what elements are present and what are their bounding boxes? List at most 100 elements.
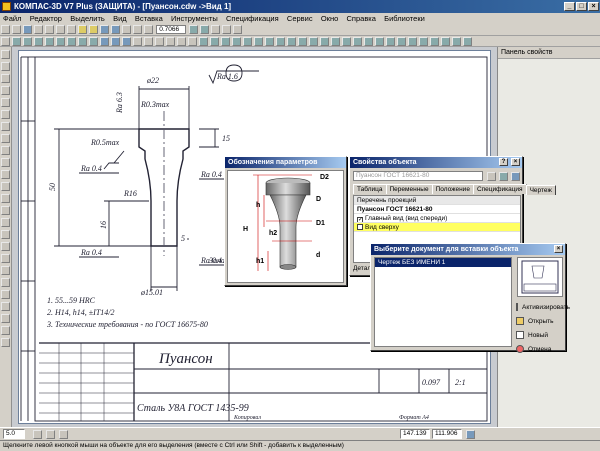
lib-icon[interactable] bbox=[265, 37, 274, 46]
zoom-in-icon[interactable] bbox=[100, 25, 109, 34]
lib-icon[interactable] bbox=[419, 37, 428, 46]
lib-icon[interactable] bbox=[188, 37, 197, 46]
lib-icon[interactable] bbox=[166, 37, 175, 46]
lib-icon[interactable] bbox=[276, 37, 285, 46]
lib-icon[interactable] bbox=[342, 37, 351, 46]
lib-icon[interactable] bbox=[287, 37, 296, 46]
lib-icon[interactable] bbox=[23, 37, 32, 46]
new-button[interactable]: Новый bbox=[512, 328, 567, 342]
geometry-icon[interactable] bbox=[1, 254, 10, 263]
lib-icon[interactable] bbox=[309, 37, 318, 46]
spec-icon[interactable] bbox=[1, 146, 10, 155]
zoom-window-icon[interactable] bbox=[122, 25, 131, 34]
lib-icon[interactable] bbox=[100, 37, 109, 46]
undo-icon[interactable] bbox=[78, 25, 87, 34]
x-coordinate-field[interactable]: 147.139 bbox=[400, 429, 430, 439]
snap-icon[interactable] bbox=[33, 430, 42, 439]
library-icon[interactable] bbox=[511, 172, 520, 181]
minimize-button[interactable]: _ bbox=[564, 2, 575, 11]
menu-libraries[interactable]: Библиотеки bbox=[381, 13, 428, 24]
list-item[interactable]: ✓ Главный вид (вид спереди) bbox=[354, 214, 520, 223]
menu-service[interactable]: Сервис bbox=[284, 13, 316, 24]
menu-insert[interactable]: Вставка bbox=[132, 13, 166, 24]
geometry-icon[interactable] bbox=[1, 230, 10, 239]
list-item[interactable]: Пуансон ГОСТ 16621-80 bbox=[354, 205, 520, 214]
y-coordinate-field[interactable]: 111.906 bbox=[432, 429, 462, 439]
pan-icon[interactable] bbox=[133, 25, 142, 34]
lib-icon[interactable] bbox=[177, 37, 186, 46]
params-icon[interactable] bbox=[1, 98, 10, 107]
lib-icon[interactable] bbox=[408, 37, 417, 46]
lib-icon[interactable] bbox=[67, 37, 76, 46]
geometry-icon[interactable] bbox=[1, 194, 10, 203]
lib-icon[interactable] bbox=[452, 37, 461, 46]
lib-icon[interactable] bbox=[254, 37, 263, 46]
geometry-icon[interactable] bbox=[1, 170, 10, 179]
lib-icon[interactable] bbox=[232, 37, 241, 46]
tab-table[interactable]: Таблица bbox=[353, 184, 387, 194]
lib-icon[interactable] bbox=[375, 37, 384, 46]
snap-icon[interactable] bbox=[222, 25, 232, 34]
lib-icon[interactable] bbox=[210, 37, 219, 46]
close-icon[interactable]: × bbox=[511, 158, 520, 166]
lib-icon[interactable] bbox=[353, 37, 362, 46]
tab-position[interactable]: Положение bbox=[431, 184, 474, 194]
measure-icon[interactable] bbox=[1, 110, 10, 119]
tab-drawing[interactable]: Чертеж bbox=[525, 185, 556, 195]
geometry-icon[interactable] bbox=[1, 290, 10, 299]
geometry-icon[interactable] bbox=[1, 218, 10, 227]
lib-icon[interactable] bbox=[155, 37, 164, 46]
list-item-selected[interactable]: Вид сверху bbox=[354, 223, 520, 232]
lib-icon[interactable] bbox=[441, 37, 450, 46]
menu-help[interactable]: Справка bbox=[344, 13, 379, 24]
geometry-icon[interactable] bbox=[1, 314, 10, 323]
redo-icon[interactable] bbox=[89, 25, 98, 34]
lib-icon[interactable] bbox=[386, 37, 395, 46]
checkbox-unchecked[interactable] bbox=[357, 224, 363, 230]
lib-icon[interactable] bbox=[78, 37, 87, 46]
lib-icon[interactable] bbox=[133, 37, 142, 46]
lib-icon[interactable] bbox=[1, 37, 10, 46]
close-icon[interactable]: × bbox=[554, 245, 563, 253]
lib-icon[interactable] bbox=[243, 37, 252, 46]
lib-icon[interactable] bbox=[397, 37, 406, 46]
tab-variables[interactable]: Переменные bbox=[385, 184, 433, 194]
grid-icon[interactable] bbox=[211, 25, 221, 34]
lib-icon[interactable] bbox=[430, 37, 439, 46]
select-icon[interactable] bbox=[1, 122, 10, 131]
lib-icon[interactable] bbox=[298, 37, 307, 46]
lib-icon[interactable] bbox=[221, 37, 230, 46]
menu-edit[interactable]: Редактор bbox=[27, 13, 65, 24]
cursor-icon[interactable] bbox=[466, 430, 475, 439]
zoom-out-icon[interactable] bbox=[111, 25, 120, 34]
dimensions-icon[interactable] bbox=[1, 62, 10, 71]
document-item[interactable]: Чертеж БЕЗ ИМЕНИ 1 bbox=[375, 258, 511, 267]
open-button[interactable]: Открыть bbox=[512, 314, 567, 328]
report-icon[interactable] bbox=[1, 158, 10, 167]
geometry-icon[interactable] bbox=[1, 302, 10, 311]
menu-file[interactable]: Файл bbox=[0, 13, 24, 24]
help-icon[interactable]: ? bbox=[499, 158, 508, 166]
lib-icon[interactable] bbox=[122, 37, 131, 46]
geometry-icon[interactable] bbox=[1, 182, 10, 191]
print-icon[interactable] bbox=[34, 25, 43, 34]
geometry-icon[interactable] bbox=[1, 338, 10, 347]
lib-icon[interactable] bbox=[12, 37, 21, 46]
lib-icon[interactable] bbox=[111, 37, 120, 46]
lib-icon[interactable] bbox=[199, 37, 208, 46]
new-icon[interactable] bbox=[1, 25, 10, 34]
grid-icon[interactable] bbox=[46, 430, 55, 439]
open-icon[interactable] bbox=[12, 25, 21, 34]
lib-icon[interactable] bbox=[331, 37, 340, 46]
geometry-icon[interactable] bbox=[1, 50, 10, 59]
menu-select[interactable]: Выделить bbox=[67, 13, 108, 24]
zoom-field[interactable]: 0.7066 bbox=[156, 25, 187, 34]
close-button[interactable]: × bbox=[588, 2, 599, 11]
geometry-icon[interactable] bbox=[1, 278, 10, 287]
tab-specification[interactable]: Спецификация bbox=[472, 184, 527, 194]
geometry-icon[interactable] bbox=[1, 242, 10, 251]
menu-specification[interactable]: Спецификация bbox=[223, 13, 282, 24]
paste-icon[interactable] bbox=[67, 25, 76, 34]
menu-view[interactable]: Вид bbox=[110, 13, 130, 24]
activate-button[interactable]: Активизировать bbox=[512, 300, 570, 314]
